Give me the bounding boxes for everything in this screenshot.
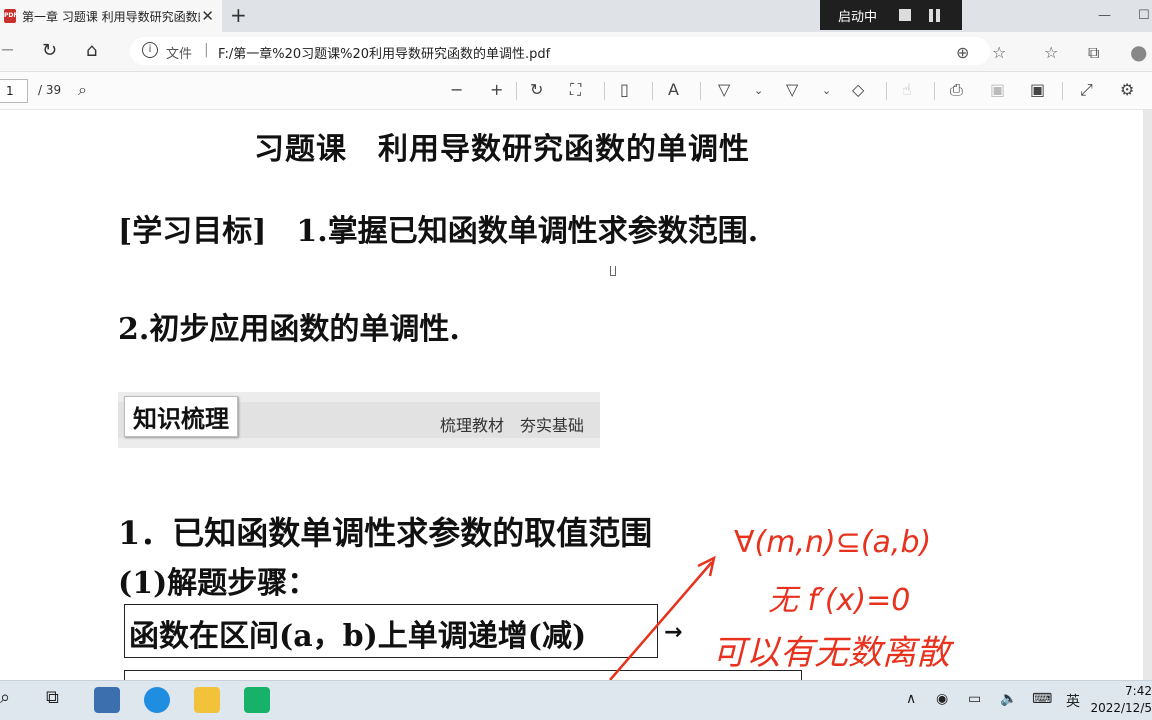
recorder-panel: 启动中 <box>820 0 962 30</box>
pause-icon[interactable] <box>929 8 941 22</box>
learning-goal-line: [学习目标] 1.掌握已知函数单调性求参数范围. <box>118 206 758 250</box>
touch-icon: ☝ <box>902 80 912 99</box>
settings-icon[interactable]: ⚙ <box>1120 80 1134 99</box>
handwriting-line-3: 可以有无数离散 <box>712 633 955 673</box>
profile-avatar-icon[interactable]: ● <box>1130 40 1147 64</box>
home-icon[interactable]: ⌂ <box>86 40 97 61</box>
volume-icon[interactable]: 🔈 <box>1000 691 1017 707</box>
rotate-icon[interactable]: ↻ <box>530 80 543 99</box>
save-as-icon[interactable]: ▣ <box>1030 80 1045 99</box>
highlight-icon[interactable]: ▽ <box>786 80 798 99</box>
mouse-cursor <box>610 266 616 276</box>
search-icon[interactable]: ⌕ <box>78 80 87 100</box>
reload-icon[interactable]: ↻ <box>42 40 57 61</box>
collections-icon[interactable]: ⧉ <box>1088 43 1099 63</box>
new-tab-icon[interactable]: + <box>230 3 247 27</box>
goal-2: 2.初步应用函数的单调性. <box>118 312 460 347</box>
keyboard-icon[interactable]: ⌨ <box>1032 691 1052 707</box>
network-icon[interactable]: ▭ <box>968 691 981 707</box>
draw-options-icon[interactable]: ⌄ <box>754 84 763 97</box>
section-chip: 知识梳理 <box>124 396 238 437</box>
zoom-out-icon[interactable]: − <box>450 80 463 99</box>
url-separator: | <box>204 42 209 58</box>
highlight-options-icon[interactable]: ⌄ <box>822 84 831 97</box>
task-view-icon[interactable]: ⧉ <box>46 687 59 708</box>
ime-indicator[interactable]: 英 <box>1066 691 1080 711</box>
clock[interactable]: 7:42 2022/12/5 <box>1088 683 1152 717</box>
back-icon[interactable]: ─ <box>2 40 13 61</box>
tab-title: 第一章 习题课 利用导数研究函数的单调性.pdf <box>22 9 200 24</box>
scrollbar-track[interactable] <box>1143 110 1152 680</box>
omnibox[interactable]: i 文件 | F:/第一章%20习题课%20利用导数研究函数的单调性.pdf ⊕ <box>130 37 990 65</box>
section-subtitle: 梳理教材 夯实基础 <box>440 416 585 435</box>
maximize-icon[interactable]: ☐ <box>1138 8 1150 23</box>
page-number-input[interactable]: 1 <box>0 79 28 103</box>
step-box: 函数在区间(a，b)上单调递增(减) <box>124 604 658 658</box>
expand-icon[interactable]: ⤢ <box>1080 80 1093 100</box>
pdf-file-icon: PDF <box>4 9 17 23</box>
page-total: / 39 <box>38 83 62 97</box>
clock-date: 2022/12/5 <box>1090 701 1152 715</box>
stop-icon[interactable] <box>899 9 912 21</box>
show-hidden-icons[interactable]: ∧ <box>906 691 916 707</box>
favorites-icon[interactable]: ☆ <box>1044 43 1058 62</box>
tray-app-icon[interactable]: ◉ <box>936 691 948 707</box>
page-view-icon[interactable]: ▯ <box>620 80 629 99</box>
tab-close-icon[interactable]: ✕ <box>201 7 214 25</box>
tab-pdf[interactable]: PDF 第一章 习题课 利用导数研究函数的单调性.pdf ✕ <box>0 0 222 32</box>
handwriting-line-2: 无 f′(x)=0 <box>768 583 910 618</box>
address-bar: ─ ↻ ⌂ i 文件 | F:/第一章%20习题课%20利用导数研究函数的单调性… <box>0 32 1152 72</box>
recorder-status: 启动中 <box>838 9 878 25</box>
handwriting-line-1: ∀(m,n)⊆(a,b) <box>734 525 931 560</box>
save-icon: ▣ <box>990 80 1006 99</box>
url-text[interactable]: F:/第一章%20习题课%20利用导数研究函数的单调性.pdf <box>218 43 550 62</box>
add-favorite-icon[interactable]: ☆ <box>992 43 1006 62</box>
heading-2: (1)解题步骤： <box>118 566 318 601</box>
zoom-icon[interactable]: ⊕ <box>956 43 969 62</box>
edge-browser-icon[interactable] <box>144 687 170 713</box>
document-title: 习题课 利用导数研究函数的单调性 <box>254 132 750 167</box>
section-band: 知识梳理 梳理教材 夯实基础 <box>118 392 600 448</box>
recorder-app-icon[interactable] <box>244 687 270 713</box>
pdf-toolbar: 1 / 39 ⌕ − + ↻ ⛶ ▯ A ▽ ⌄ ▽ ⌄ ◇ ☝ ⎙ ▣ ▣ ⤢… <box>0 72 1152 110</box>
goal-1: 1.掌握已知函数单调性求参数范围. <box>296 214 759 249</box>
fit-page-icon[interactable]: ⛶ <box>570 80 581 100</box>
handwriting-annotation: ∀(m,n)⊆(a,b) 无 f′(x)=0 可以有无数离散 <box>609 525 955 680</box>
minimize-icon[interactable]: — <box>1098 8 1111 23</box>
print-icon[interactable]: ⎙ <box>950 80 963 100</box>
eraser-icon[interactable]: ◇ <box>852 80 864 99</box>
read-aloud-icon[interactable]: A <box>668 80 679 99</box>
taskbar: ⌕ ⧉ ∧ ◉ ▭ 🔈 ⌨ 英 7:42 2022/12/5 <box>0 680 1152 720</box>
goal-label: [学习目标] <box>118 214 267 249</box>
zoom-in-icon[interactable]: + <box>490 80 503 99</box>
clock-time: 7:42 <box>1125 684 1152 698</box>
pdf-page: 习题课 利用导数研究函数的单调性 [学习目标] 1.掌握已知函数单调性求参数范围.… <box>0 110 1152 680</box>
draw-icon[interactable]: ▽ <box>718 80 730 99</box>
control-panel-icon[interactable] <box>94 687 120 713</box>
tab-strip: PDF 第一章 习题课 利用导数研究函数的单调性.pdf ✕ + 启动中 — ☐ <box>0 0 1152 32</box>
file-label: 文件 <box>166 47 193 62</box>
search-icon[interactable]: ⌕ <box>0 687 10 708</box>
info-icon[interactable]: i <box>142 42 158 58</box>
heading-1: 1．已知函数单调性求参数的取值范围 <box>118 514 653 552</box>
file-explorer-icon[interactable] <box>194 687 220 713</box>
